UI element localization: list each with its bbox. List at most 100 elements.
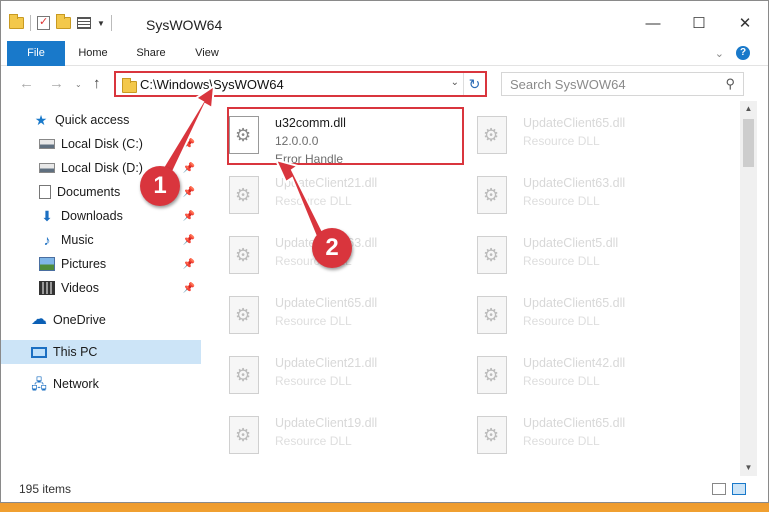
address-bar[interactable]: C:\Windows\SysWOW64 ⌄ ↻ xyxy=(114,71,487,97)
help-icon[interactable]: ? xyxy=(736,46,750,60)
recent-locations-chevron-icon[interactable]: ⌄ xyxy=(75,80,82,89)
window-title: SysWOW64 xyxy=(146,17,223,33)
tab-file[interactable]: File xyxy=(7,41,65,66)
dll-file-icon xyxy=(229,176,259,214)
tiles-view-icon[interactable] xyxy=(732,483,746,495)
properties-icon[interactable] xyxy=(37,15,50,30)
customize-toolbar-dropdown-icon[interactable]: ▼ xyxy=(97,19,105,28)
view-icon[interactable] xyxy=(77,17,91,29)
sidebar-item-label: Downloads xyxy=(61,209,123,223)
list-item[interactable]: UpdateClient21.dll Resource DLL xyxy=(211,168,451,222)
dll-file-icon xyxy=(477,236,507,274)
address-dropdown-icon[interactable]: ⌄ xyxy=(451,77,459,88)
sidebar-item-label: Videos xyxy=(61,281,99,295)
list-item[interactable]: UpdateClient65.dll Resource DLL xyxy=(459,108,699,162)
scroll-up-icon[interactable]: ▲ xyxy=(740,101,757,117)
title-bar: ▼ SysWOW64 — ☐ ✕ xyxy=(1,1,768,41)
list-item[interactable]: UpdateClient65.dll Resource DLL xyxy=(459,408,699,462)
list-item[interactable]: UpdateClient5.dll Resource DLL xyxy=(459,228,699,282)
tab-home[interactable]: Home xyxy=(71,41,115,66)
dll-file-icon xyxy=(229,236,259,274)
back-arrow-icon[interactable]: ← xyxy=(19,75,34,92)
ribbon: File Home Share View ⌄ ? xyxy=(1,41,768,66)
minimize-button[interactable]: — xyxy=(630,9,676,37)
sidebar-item-pictures[interactable]: Pictures 📌 xyxy=(39,252,201,276)
pin-icon[interactable]: 📌 xyxy=(183,211,195,222)
forward-arrow-icon[interactable]: → xyxy=(49,75,64,92)
list-item[interactable]: UpdateClient42.dll Resource DLL xyxy=(459,348,699,402)
expand-ribbon-chevron-icon[interactable]: ⌄ xyxy=(715,47,724,60)
search-input[interactable]: Search SysWOW64 ⚲ xyxy=(501,72,744,96)
disk-icon xyxy=(39,139,55,149)
list-item[interactable]: UpdateClient19.dll Resource DLL xyxy=(211,408,451,462)
sidebar-item-onedrive[interactable]: ☁ OneDrive xyxy=(31,308,201,332)
pin-icon[interactable]: 📌 xyxy=(183,259,195,270)
tab-view[interactable]: View xyxy=(185,41,229,66)
sidebar-item-videos[interactable]: Videos 📌 xyxy=(39,276,201,300)
file-explorer-window: ▼ SysWOW64 — ☐ ✕ File Home Share View ⌄ … xyxy=(0,0,769,503)
list-item[interactable]: UpdateClient65.dll Resource DLL xyxy=(459,288,699,342)
view-toggle xyxy=(712,483,746,495)
sidebar-item-downloads[interactable]: ⬇ Downloads 📌 xyxy=(39,204,201,228)
tab-share[interactable]: Share xyxy=(129,41,173,66)
dll-file-icon xyxy=(477,356,507,394)
maximize-button[interactable]: ☐ xyxy=(676,9,722,37)
file-type: Resource DLL xyxy=(275,314,352,328)
window-controls: — ☐ ✕ xyxy=(630,9,768,37)
details-view-icon[interactable] xyxy=(712,483,726,495)
close-button[interactable]: ✕ xyxy=(722,9,768,37)
address-path[interactable]: C:\Windows\SysWOW64 xyxy=(140,77,284,92)
sidebar-item-music[interactable]: ♪ Music 📌 xyxy=(39,228,201,252)
file-type: Resource DLL xyxy=(523,254,600,268)
pin-icon[interactable]: 📌 xyxy=(183,235,195,246)
file-type: Resource DLL xyxy=(523,434,600,448)
file-type: Resource DLL xyxy=(275,374,352,388)
search-icon[interactable]: ⚲ xyxy=(725,76,735,92)
file-type: Resource DLL xyxy=(523,374,600,388)
file-type: Resource DLL xyxy=(275,434,352,448)
pin-icon[interactable]: 📌 xyxy=(183,139,195,150)
new-folder-icon[interactable] xyxy=(56,14,71,29)
dll-file-icon xyxy=(229,356,259,394)
sidebar-item-label: Local Disk (C:) xyxy=(61,137,143,151)
disk-icon xyxy=(39,163,55,173)
file-highlight-box xyxy=(227,107,464,165)
sidebar-item-label: Quick access xyxy=(55,113,130,127)
onedrive-icon: ☁ xyxy=(31,311,47,328)
music-icon: ♪ xyxy=(43,232,51,248)
file-type: Resource DLL xyxy=(523,314,600,328)
sidebar-item-label: OneDrive xyxy=(53,313,106,327)
pin-icon[interactable]: 📌 xyxy=(183,283,195,294)
step-2-badge: 2 xyxy=(312,228,352,268)
file-name: UpdateClient65.dll xyxy=(523,116,626,130)
sidebar-item-network[interactable]: 🖧 Network xyxy=(31,372,201,396)
file-name: UpdateClient19.dll xyxy=(275,416,378,430)
step-1-badge: 1 xyxy=(140,166,180,206)
file-type: Resource DLL xyxy=(523,134,600,148)
sidebar-item-quick-access[interactable]: ★ Quick access xyxy=(33,108,201,132)
scroll-down-icon[interactable]: ▼ xyxy=(740,460,757,476)
sidebar-item-local-disk-c[interactable]: Local Disk (C:) 📌 xyxy=(39,132,201,156)
list-item[interactable]: UpdateClient65.dll Resource DLL xyxy=(211,288,451,342)
navigation-pane: ★ Quick access Local Disk (C:) 📌 Local D… xyxy=(1,101,205,476)
dll-file-icon xyxy=(229,296,259,334)
up-arrow-icon[interactable]: ↑ xyxy=(93,75,101,92)
scrollbar-thumb[interactable] xyxy=(743,119,754,167)
item-count: 195 items xyxy=(19,482,72,496)
pin-icon[interactable]: 📌 xyxy=(183,187,195,198)
toolbar-separator xyxy=(30,15,31,31)
file-name: UpdateClient42.dll xyxy=(523,356,626,370)
pin-icon[interactable]: 📌 xyxy=(183,163,195,174)
file-name: UpdateClient5.dll xyxy=(523,236,619,250)
dll-file-icon xyxy=(477,116,507,154)
sidebar-item-this-pc[interactable]: This PC xyxy=(1,340,201,364)
refresh-icon[interactable]: ↻ xyxy=(463,73,485,95)
quick-access-toolbar: ▼ xyxy=(9,14,112,31)
vertical-scrollbar[interactable]: ▲ ▼ xyxy=(740,101,757,476)
file-name: UpdateClient63.dll xyxy=(523,176,626,190)
status-bar: 195 items xyxy=(1,478,768,500)
sidebar-item-label: Local Disk (D:) xyxy=(61,161,143,175)
dll-file-icon xyxy=(477,416,507,454)
list-item[interactable]: UpdateClient63.dll Resource DLL xyxy=(459,168,699,222)
list-item[interactable]: UpdateClient21.dll Resource DLL xyxy=(211,348,451,402)
